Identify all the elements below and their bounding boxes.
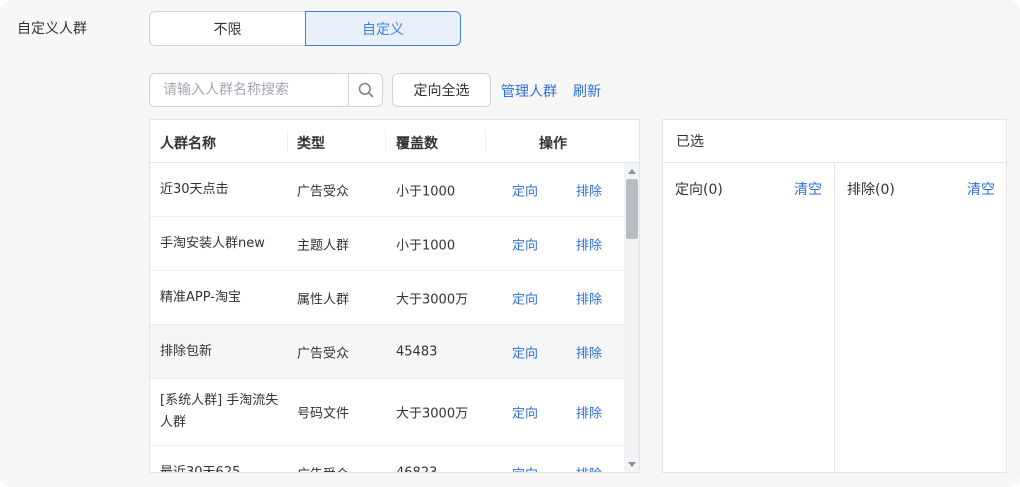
row-type: 主题人群	[297, 238, 350, 253]
target-count: 定向(0)	[675, 182, 723, 198]
selected-panel: 已选 定向(0) 清空 排除(0) 清空	[662, 119, 1007, 473]
target-action[interactable]: 定向	[512, 403, 538, 422]
table-header: 人群名称 类型 覆盖数 操作	[150, 120, 639, 163]
row-name: 手淘安装人群new	[160, 235, 265, 251]
exclude-action[interactable]: 排除	[576, 403, 602, 422]
clear-target-button[interactable]: 清空	[794, 179, 822, 199]
row-name: 最近30天625	[160, 464, 241, 473]
section-label: 自定义人群	[17, 21, 87, 37]
header-divider	[287, 130, 288, 152]
header-cover: 覆盖数	[396, 136, 438, 152]
scroll-down-icon[interactable]	[628, 462, 636, 467]
row-cover: 大于3000万	[396, 406, 469, 422]
table-row: 近30天点击 广告受众 小于1000 定向 排除	[150, 163, 624, 217]
header-type: 类型	[297, 136, 325, 152]
search-input[interactable]	[150, 74, 349, 106]
exclude-action[interactable]: 排除	[576, 342, 602, 361]
scroll-up-icon[interactable]	[628, 169, 636, 174]
target-action[interactable]: 定向	[512, 234, 538, 253]
search-box	[149, 73, 383, 107]
table-scrollbar[interactable]	[624, 163, 639, 472]
target-action[interactable]: 定向	[512, 342, 538, 361]
target-action[interactable]: 定向	[512, 180, 538, 199]
table-row: 最近30天625 广告受众 46823 定向 排除	[150, 446, 624, 473]
table-row: 手淘安装人群new 主题人群 小于1000 定向 排除	[150, 217, 624, 271]
exclude-action[interactable]: 排除	[576, 288, 602, 307]
header-divider	[385, 130, 386, 152]
scroll-thumb[interactable]	[626, 179, 638, 239]
selected-exclude-column: 排除(0) 清空	[835, 163, 1007, 473]
row-cover: 45483	[396, 344, 438, 359]
exclude-action[interactable]: 排除	[576, 180, 602, 199]
unlimited-option[interactable]: 不限	[149, 11, 305, 46]
exclude-count: 排除(0)	[847, 182, 895, 198]
refresh-link[interactable]: 刷新	[573, 81, 601, 101]
custom-audience-panel: 自定义人群 不限 自定义 定向全选 管理人群 刷新 人群名称 类型 覆盖数 操作…	[0, 0, 1020, 487]
exclude-action[interactable]: 排除	[576, 463, 602, 472]
row-type: 广告受众	[297, 184, 350, 199]
table-body: 近30天点击 广告受众 小于1000 定向 排除 手淘安装人群new 主题人群 …	[150, 163, 624, 473]
row-type: 属性人群	[297, 292, 350, 307]
search-button[interactable]	[348, 74, 382, 106]
audience-table: 人群名称 类型 覆盖数 操作 近30天点击 广告受众 小于1000 定向 排除 …	[149, 119, 640, 473]
row-type: 号码文件	[297, 406, 350, 422]
search-icon	[358, 82, 373, 98]
table-row: 精准APP-淘宝 属性人群 大于3000万 定向 排除	[150, 271, 624, 325]
header-divider	[485, 130, 486, 152]
selected-title: 已选	[663, 120, 1006, 163]
custom-option[interactable]: 自定义	[305, 11, 461, 46]
row-name: [系统人群] 手淘流失人群	[160, 393, 279, 430]
select-all-target-button[interactable]: 定向全选	[392, 73, 491, 107]
row-cover: 小于1000	[396, 184, 456, 199]
target-action[interactable]: 定向	[512, 288, 538, 307]
manage-audience-link[interactable]: 管理人群	[501, 81, 557, 101]
table-row: 排除包新 广告受众 45483 定向 排除	[150, 325, 624, 379]
audience-mode-toggle: 不限 自定义	[149, 11, 461, 46]
row-name: 精准APP-淘宝	[160, 289, 241, 305]
row-name: 近30天点击	[160, 181, 229, 197]
row-cover: 小于1000	[396, 238, 456, 253]
row-type: 广告受众	[297, 346, 350, 361]
row-name: 排除包新	[160, 343, 213, 359]
header-action: 操作	[539, 136, 567, 152]
target-action[interactable]: 定向	[512, 463, 538, 472]
row-cover: 大于3000万	[396, 292, 469, 307]
clear-exclude-button[interactable]: 清空	[967, 179, 995, 199]
header-name: 人群名称	[160, 136, 216, 152]
row-type: 广告受众	[297, 463, 349, 472]
selected-target-column: 定向(0) 清空	[663, 163, 835, 473]
row-cover: 46823	[396, 465, 438, 473]
exclude-action[interactable]: 排除	[576, 234, 602, 253]
table-row: [系统人群] 手淘流失人群 号码文件 大于3000万 定向 排除	[150, 379, 624, 446]
